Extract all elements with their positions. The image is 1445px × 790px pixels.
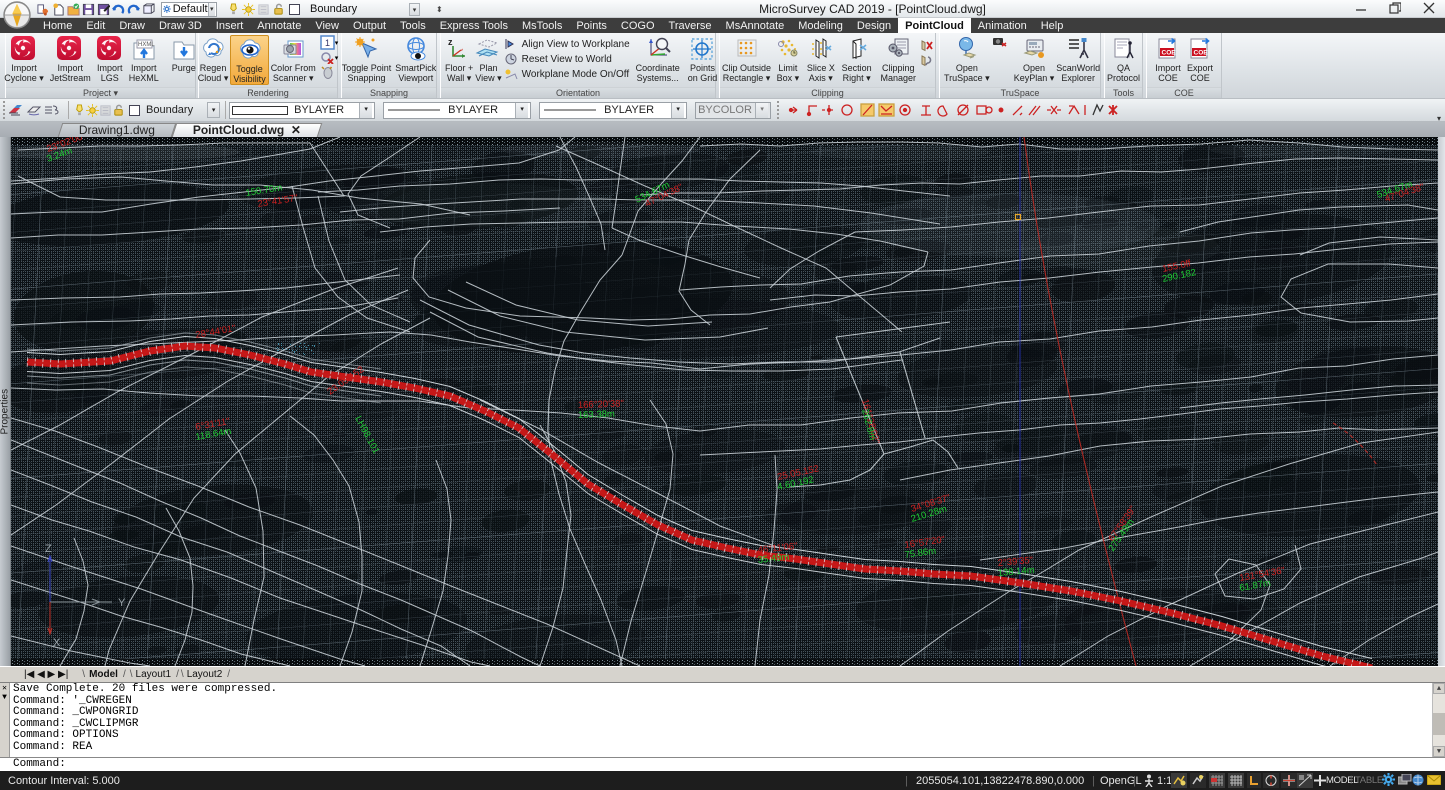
svg-text:1: 1 <box>325 38 330 48</box>
svg-text:163.38m: 163.38m <box>578 409 615 421</box>
svg-text:HXML: HXML <box>138 42 155 48</box>
svg-text:X: X <box>53 637 61 649</box>
svg-text:Z: Z <box>45 543 52 555</box>
svg-text:COE: COE <box>1161 50 1176 57</box>
svg-text:Y: Y <box>118 597 126 609</box>
svg-text:COE: COE <box>1193 50 1208 57</box>
svg-text:z: z <box>448 37 453 47</box>
